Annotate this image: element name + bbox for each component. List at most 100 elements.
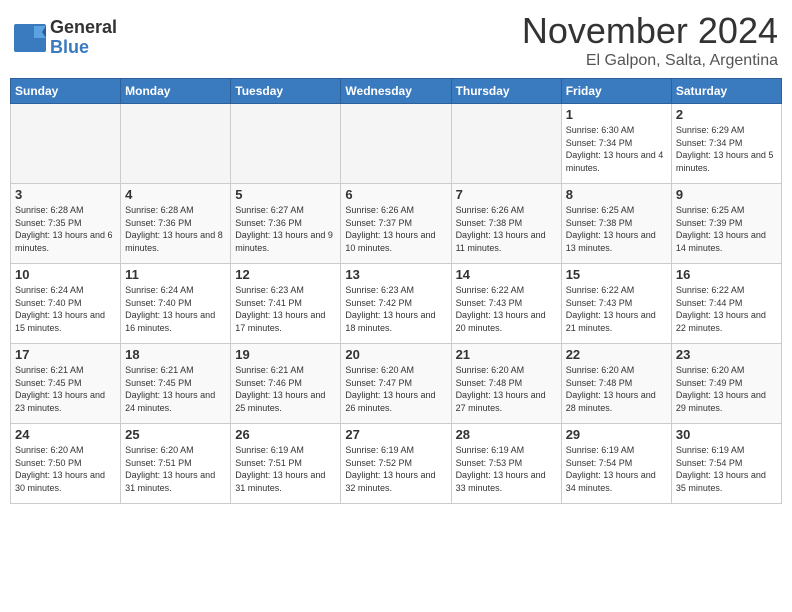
day-info: Sunrise: 6:22 AMSunset: 7:43 PMDaylight:… <box>456 284 557 334</box>
day-number: 26 <box>235 427 336 442</box>
calendar-cell: 12Sunrise: 6:23 AMSunset: 7:41 PMDayligh… <box>231 264 341 344</box>
day-number: 25 <box>125 427 226 442</box>
week-row-2: 3 Sunrise: 6:28 AMSunset: 7:35 PMDaylight… <box>11 184 782 264</box>
day-info: Sunrise: 6:24 AMSunset: 7:40 PMDaylight:… <box>125 284 226 334</box>
weekday-header-tuesday: Tuesday <box>231 79 341 104</box>
day-info: Sunrise: 6:22 AMSunset: 7:43 PMDaylight:… <box>566 284 667 334</box>
month-title: November 2024 <box>522 10 778 52</box>
day-number: 28 <box>456 427 557 442</box>
calendar-cell: 29 Sunrise: 6:19 AMSunset: 7:54 PMDayligh… <box>561 424 671 504</box>
calendar-cell: 20 Sunrise: 6:20 AMSunset: 7:47 PMDayligh… <box>341 344 451 424</box>
day-info: Sunrise: 6:27 AMSunset: 7:36 PMDaylight:… <box>235 204 336 254</box>
weekday-header-sunday: Sunday <box>11 79 121 104</box>
calendar-cell: 19 Sunrise: 6:21 AMSunset: 7:46 PMDayligh… <box>231 344 341 424</box>
calendar-cell: 25Sunrise: 6:20 AMSunset: 7:51 PMDayligh… <box>121 424 231 504</box>
location-subtitle: El Galpon, Salta, Argentina <box>522 52 778 70</box>
day-number: 14 <box>456 267 557 282</box>
day-number: 29 <box>566 427 667 442</box>
day-number: 3 <box>15 187 116 202</box>
day-info: Sunrise: 6:30 AMSunset: 7:34 PMDaylight:… <box>566 124 667 174</box>
day-number: 24 <box>15 427 116 442</box>
day-info: Sunrise: 6:20 AMSunset: 7:48 PMDaylight:… <box>456 364 557 414</box>
week-row-5: 24 Sunrise: 6:20 AMSunset: 7:50 PMDayligh… <box>11 424 782 504</box>
day-number: 19 <box>235 347 336 362</box>
calendar-cell <box>341 104 451 184</box>
calendar-cell: 23 Sunrise: 6:20 AMSunset: 7:49 PMDayligh… <box>671 344 781 424</box>
day-number: 10 <box>15 267 116 282</box>
calendar-cell: 5Sunrise: 6:27 AMSunset: 7:36 PMDaylight… <box>231 184 341 264</box>
calendar-cell: 26 Sunrise: 6:19 AMSunset: 7:51 PMDayligh… <box>231 424 341 504</box>
calendar-cell: 10 Sunrise: 6:24 AMSunset: 7:40 PMDayligh… <box>11 264 121 344</box>
day-number: 21 <box>456 347 557 362</box>
weekday-header-thursday: Thursday <box>451 79 561 104</box>
day-number: 4 <box>125 187 226 202</box>
day-number: 27 <box>345 427 446 442</box>
day-number: 16 <box>676 267 777 282</box>
day-number: 6 <box>345 187 446 202</box>
day-info: Sunrise: 6:19 AMSunset: 7:53 PMDaylight:… <box>456 444 557 494</box>
day-number: 2 <box>676 107 777 122</box>
calendar-cell: 2 Sunrise: 6:29 AMSunset: 7:34 PMDaylight… <box>671 104 781 184</box>
day-info: Sunrise: 6:21 AMSunset: 7:45 PMDaylight:… <box>125 364 226 414</box>
day-number: 11 <box>125 267 226 282</box>
day-number: 13 <box>345 267 446 282</box>
day-number: 15 <box>566 267 667 282</box>
calendar-cell <box>11 104 121 184</box>
day-info: Sunrise: 6:24 AMSunset: 7:40 PMDaylight:… <box>15 284 116 334</box>
day-info: Sunrise: 6:20 AMSunset: 7:48 PMDaylight:… <box>566 364 667 414</box>
day-info: Sunrise: 6:22 AMSunset: 7:44 PMDaylight:… <box>676 284 777 334</box>
title-block: November 2024 El Galpon, Salta, Argentin… <box>522 10 778 70</box>
calendar-table: SundayMondayTuesdayWednesdayThursdayFrid… <box>10 78 782 504</box>
page-header: General Blue November 2024 El Galpon, Sa… <box>10 10 782 70</box>
day-info: Sunrise: 6:25 AMSunset: 7:38 PMDaylight:… <box>566 204 667 254</box>
calendar-cell <box>231 104 341 184</box>
calendar-cell <box>451 104 561 184</box>
calendar-cell: 6Sunrise: 6:26 AMSunset: 7:37 PMDaylight… <box>341 184 451 264</box>
calendar-cell: 17Sunrise: 6:21 AMSunset: 7:45 PMDayligh… <box>11 344 121 424</box>
day-number: 1 <box>566 107 667 122</box>
day-info: Sunrise: 6:28 AMSunset: 7:35 PMDaylight:… <box>15 204 116 254</box>
calendar-cell: 8 Sunrise: 6:25 AMSunset: 7:38 PMDaylight… <box>561 184 671 264</box>
calendar-cell: 24 Sunrise: 6:20 AMSunset: 7:50 PMDayligh… <box>11 424 121 504</box>
week-row-3: 10 Sunrise: 6:24 AMSunset: 7:40 PMDayligh… <box>11 264 782 344</box>
day-info: Sunrise: 6:29 AMSunset: 7:34 PMDaylight:… <box>676 124 777 174</box>
day-info: Sunrise: 6:19 AMSunset: 7:54 PMDaylight:… <box>676 444 777 494</box>
weekday-header-saturday: Saturday <box>671 79 781 104</box>
calendar-cell: 1 Sunrise: 6:30 AMSunset: 7:34 PMDaylight… <box>561 104 671 184</box>
day-number: 7 <box>456 187 557 202</box>
day-info: Sunrise: 6:25 AMSunset: 7:39 PMDaylight:… <box>676 204 777 254</box>
day-number: 30 <box>676 427 777 442</box>
logo-icon <box>14 24 46 52</box>
day-number: 9 <box>676 187 777 202</box>
day-info: Sunrise: 6:19 AMSunset: 7:54 PMDaylight:… <box>566 444 667 494</box>
day-info: Sunrise: 6:23 AMSunset: 7:41 PMDaylight:… <box>235 284 336 334</box>
calendar-cell: 4 Sunrise: 6:28 AMSunset: 7:36 PMDaylight… <box>121 184 231 264</box>
calendar-cell: 16 Sunrise: 6:22 AMSunset: 7:44 PMDayligh… <box>671 264 781 344</box>
day-number: 8 <box>566 187 667 202</box>
day-number: 23 <box>676 347 777 362</box>
day-info: Sunrise: 6:28 AMSunset: 7:36 PMDaylight:… <box>125 204 226 254</box>
calendar-cell: 15 Sunrise: 6:22 AMSunset: 7:43 PMDayligh… <box>561 264 671 344</box>
day-number: 22 <box>566 347 667 362</box>
calendar-cell: 3 Sunrise: 6:28 AMSunset: 7:35 PMDaylight… <box>11 184 121 264</box>
day-info: Sunrise: 6:20 AMSunset: 7:47 PMDaylight:… <box>345 364 446 414</box>
weekday-header-row: SundayMondayTuesdayWednesdayThursdayFrid… <box>11 79 782 104</box>
calendar-cell: 14 Sunrise: 6:22 AMSunset: 7:43 PMDayligh… <box>451 264 561 344</box>
day-info: Sunrise: 6:20 AMSunset: 7:49 PMDaylight:… <box>676 364 777 414</box>
day-info: Sunrise: 6:21 AMSunset: 7:45 PMDaylight:… <box>15 364 116 414</box>
calendar-cell: 11 Sunrise: 6:24 AMSunset: 7:40 PMDayligh… <box>121 264 231 344</box>
calendar-cell: 28 Sunrise: 6:19 AMSunset: 7:53 PMDayligh… <box>451 424 561 504</box>
calendar-cell <box>121 104 231 184</box>
calendar-cell: 9 Sunrise: 6:25 AMSunset: 7:39 PMDaylight… <box>671 184 781 264</box>
day-info: Sunrise: 6:23 AMSunset: 7:42 PMDaylight:… <box>345 284 446 334</box>
calendar-cell: 7Sunrise: 6:26 AMSunset: 7:38 PMDaylight… <box>451 184 561 264</box>
calendar-cell: 22 Sunrise: 6:20 AMSunset: 7:48 PMDayligh… <box>561 344 671 424</box>
calendar-cell: 13 Sunrise: 6:23 AMSunset: 7:42 PMDayligh… <box>341 264 451 344</box>
day-info: Sunrise: 6:20 AMSunset: 7:50 PMDaylight:… <box>15 444 116 494</box>
day-info: Sunrise: 6:21 AMSunset: 7:46 PMDaylight:… <box>235 364 336 414</box>
week-row-4: 17Sunrise: 6:21 AMSunset: 7:45 PMDayligh… <box>11 344 782 424</box>
weekday-header-friday: Friday <box>561 79 671 104</box>
day-number: 20 <box>345 347 446 362</box>
day-info: Sunrise: 6:19 AMSunset: 7:51 PMDaylight:… <box>235 444 336 494</box>
calendar-cell: 27Sunrise: 6:19 AMSunset: 7:52 PMDayligh… <box>341 424 451 504</box>
